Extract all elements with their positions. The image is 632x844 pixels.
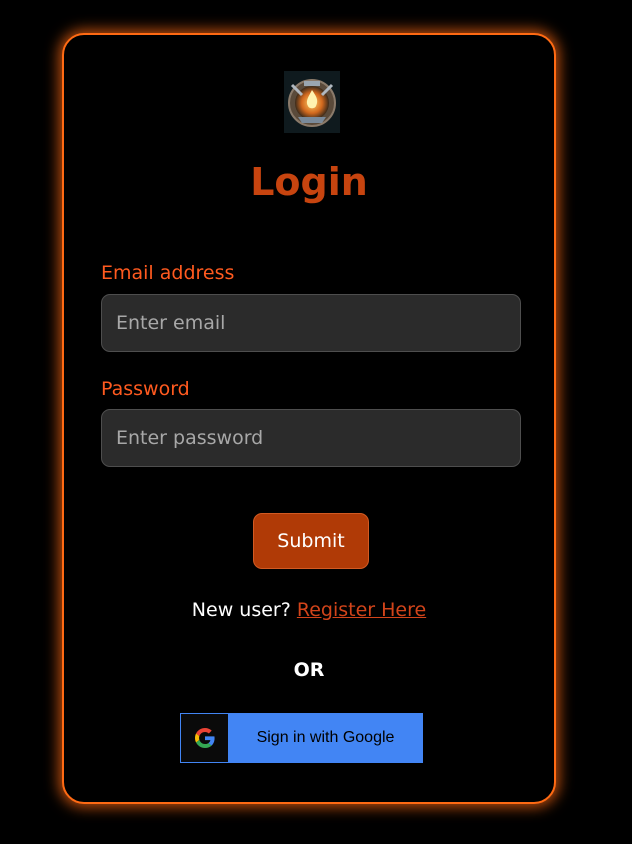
new-user-text: New user?: [191, 599, 297, 621]
register-link[interactable]: Register Here: [297, 599, 426, 621]
google-icon: [181, 714, 229, 762]
password-field[interactable]: [101, 409, 521, 467]
email-field[interactable]: [101, 294, 521, 352]
app-logo: [284, 71, 340, 133]
new-user-prompt: New user? Register Here: [64, 597, 554, 623]
page-title: Login: [250, 160, 368, 204]
login-card: Login Email address Password Submit New …: [62, 33, 556, 804]
submit-button[interactable]: Submit: [253, 513, 369, 569]
fire-emblem-icon: [288, 79, 336, 127]
email-label: Email address: [101, 262, 235, 284]
password-label: Password: [101, 378, 190, 400]
or-divider: OR: [293, 659, 325, 681]
google-signin-label: Sign in with Google: [256, 729, 395, 746]
google-signin-button[interactable]: Sign in with Google: [180, 713, 423, 763]
